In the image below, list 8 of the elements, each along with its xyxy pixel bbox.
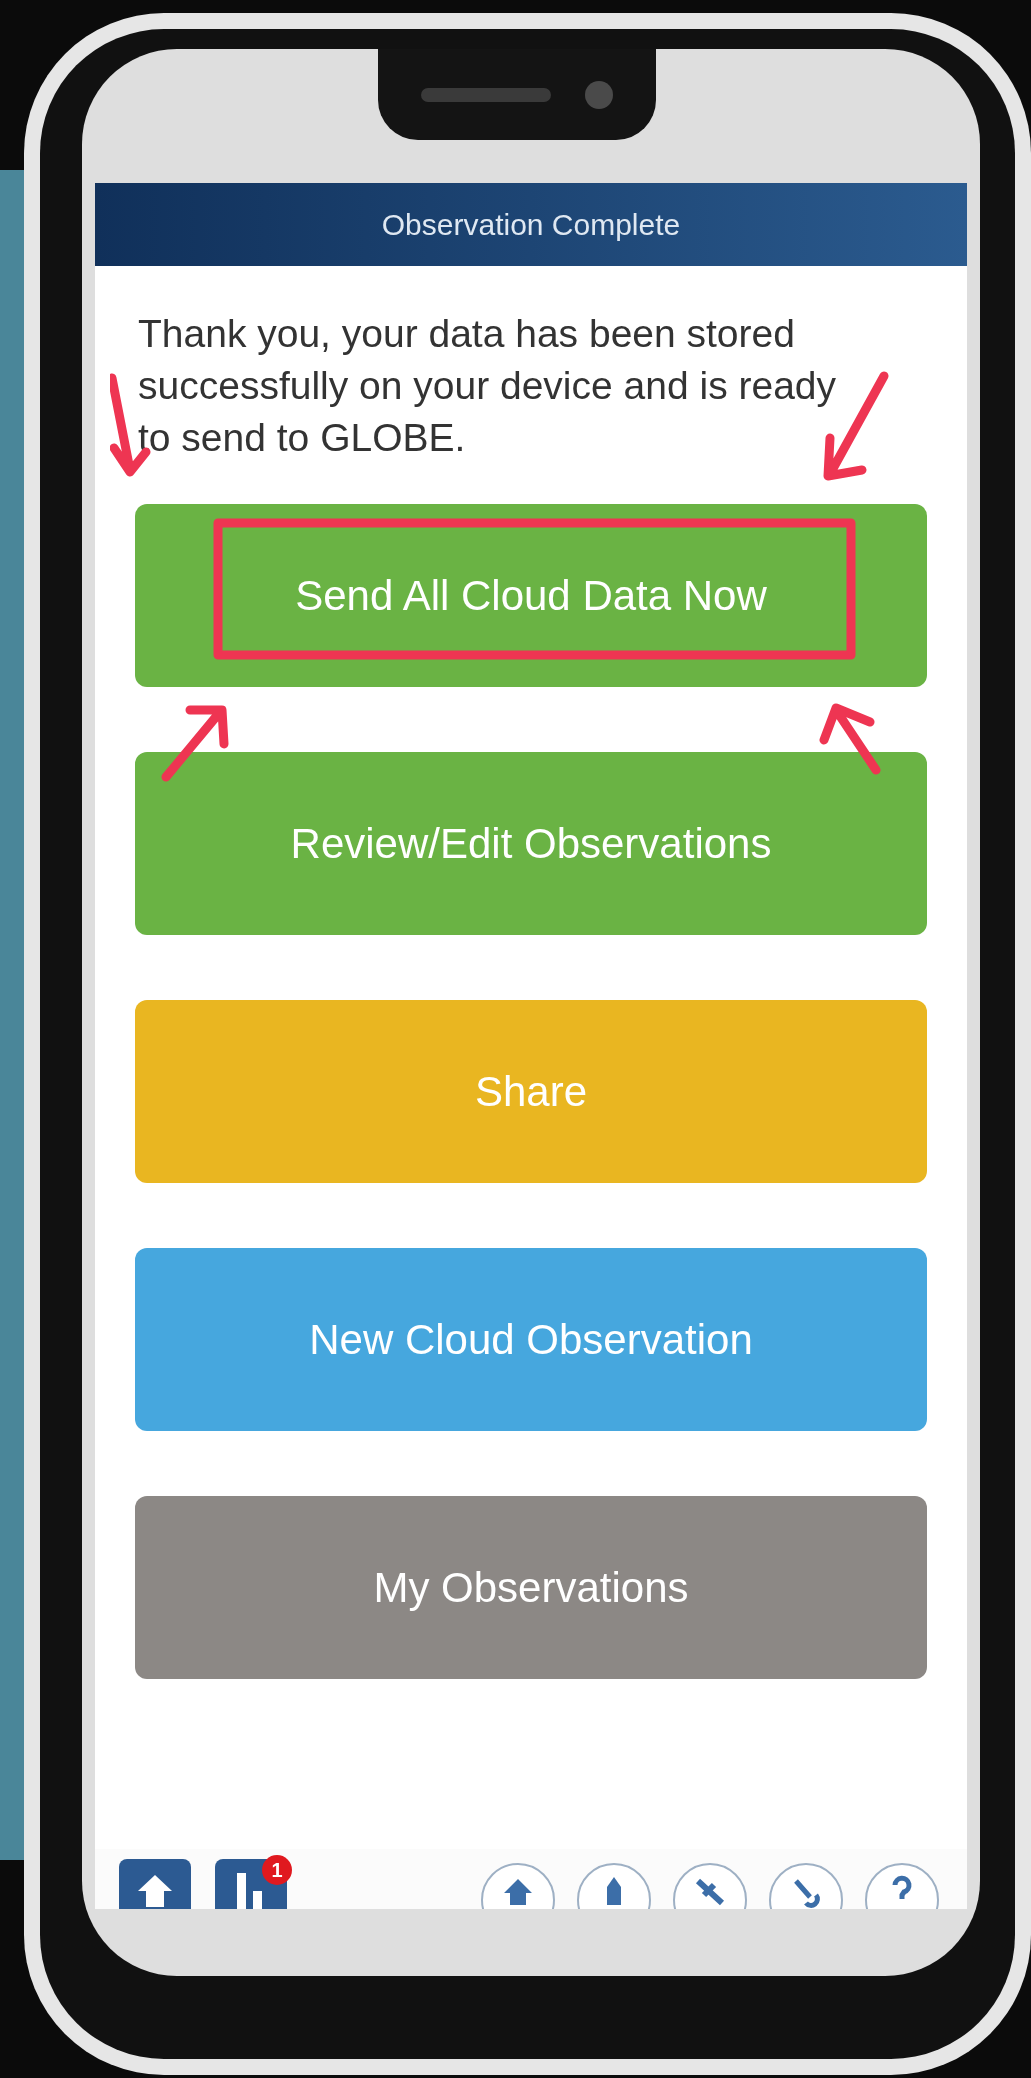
header-title: Observation Complete: [381, 207, 681, 243]
action-button[interactable]: Share: [135, 1000, 927, 1183]
action-button[interactable]: My Observations: [135, 1496, 927, 1679]
action-button[interactable]: New Cloud Observation: [135, 1248, 927, 1431]
camera-icon: [585, 80, 613, 109]
home-icon: [136, 1873, 174, 1907]
action-button[interactable]: Send All Cloud Data Now: [135, 504, 927, 687]
action-button[interactable]: Review/Edit Observations: [135, 752, 927, 935]
